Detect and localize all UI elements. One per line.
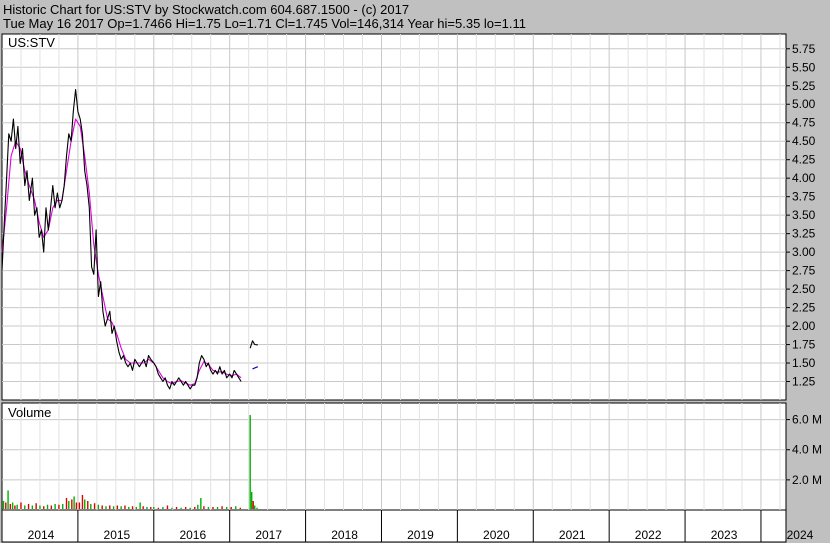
price-tick-label: 4.75 (792, 116, 816, 130)
volume-panel-label: Volume (8, 405, 51, 420)
price-tick-label: 1.25 (792, 375, 816, 389)
volume-tick-label: 2.0 M (792, 473, 822, 487)
x-tick-label: 2018 (331, 528, 358, 542)
x-tick-label: 2017 (255, 528, 282, 542)
x-tick-label: 2021 (559, 528, 586, 542)
price-tick-label: 4.50 (792, 134, 816, 148)
volume-tick-label: 6.0 M (792, 413, 822, 427)
x-tick-label: 2023 (711, 528, 738, 542)
price-tick-label: 5.50 (792, 60, 816, 74)
x-tick-label: 2015 (104, 528, 131, 542)
price-tick-label: 3.50 (792, 208, 816, 222)
price-tick-label: 2.50 (792, 282, 816, 296)
x-tick-label: 2022 (635, 528, 662, 542)
volume-panel (1, 402, 787, 511)
price-tick-label: 5.00 (792, 97, 816, 111)
price-tick-label: 5.75 (792, 42, 816, 56)
x-tick-label: 2019 (407, 528, 434, 542)
price-tick-label: 4.00 (792, 171, 816, 185)
price-tick-label: 5.25 (792, 79, 816, 93)
price-tick-label: 3.25 (792, 227, 816, 241)
price-tick-label: 4.25 (792, 153, 816, 167)
price-tick-label: 2.25 (792, 301, 816, 315)
x-tick-label: 2016 (179, 528, 206, 542)
price-panel (1, 33, 787, 401)
price-tick-label: 1.75 (792, 338, 816, 352)
price-volume-chart: 5.75 5.50 5.25 5.00 4.75 4.50 4.25 4.00 3.75 3.50… (1, 33, 822, 543)
volume-tick-label: 4.0 M (792, 443, 822, 457)
price-tick-label: 3.00 (792, 245, 816, 259)
price-tick-label: 2.00 (792, 319, 816, 333)
x-tick-label: 2024 (787, 528, 814, 542)
price-panel-label: US:STV (8, 35, 55, 50)
price-tick-label: 3.75 (792, 190, 816, 204)
x-tick-label: 2014 (28, 528, 55, 542)
price-tick-label: 2.75 (792, 264, 816, 278)
x-tick-label: 2020 (483, 528, 510, 542)
price-tick-label: 1.50 (792, 356, 816, 370)
